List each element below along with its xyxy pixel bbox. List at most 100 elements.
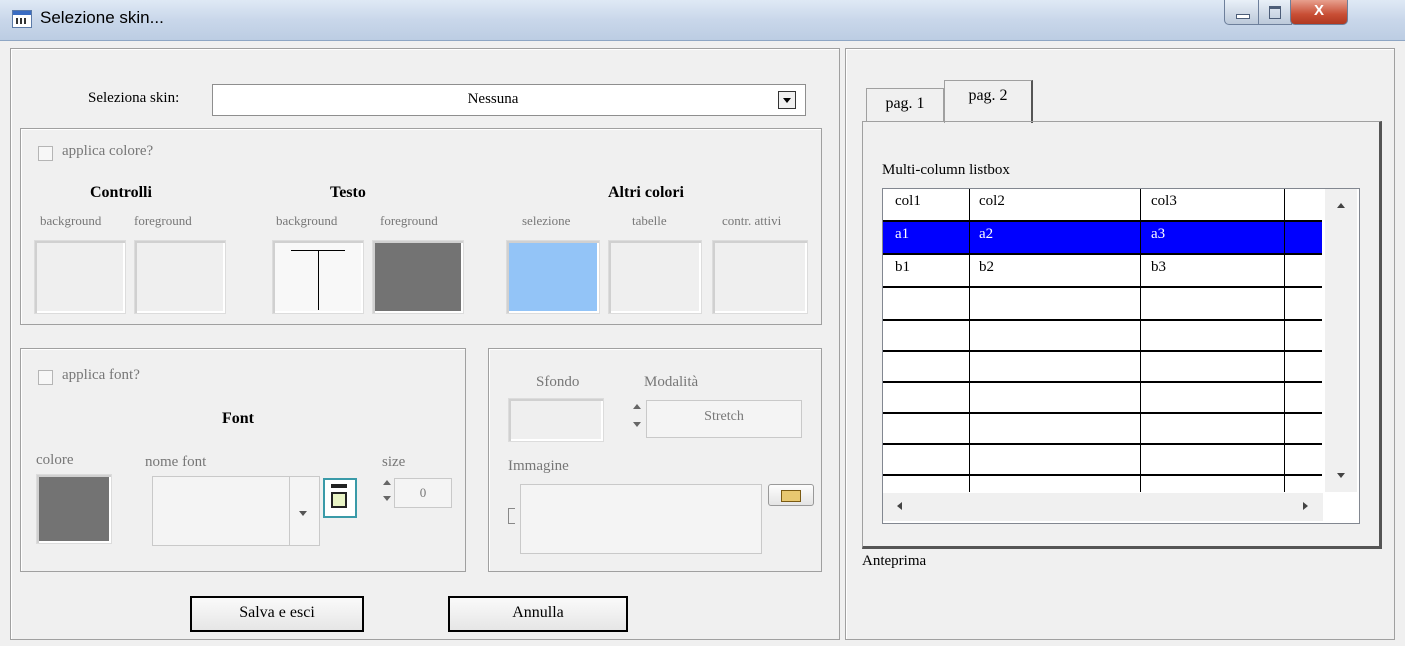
- contr-attivi-label: contr. attivi: [722, 213, 782, 228]
- immagine-label: Immagine: [508, 458, 569, 474]
- minimize-button[interactable]: [1224, 0, 1260, 25]
- multi-column-listbox[interactable]: col1 col2 col3 a1 a2 a3 b1 b2 b3: [882, 188, 1360, 524]
- table-row[interactable]: a1 a2 a3: [883, 222, 1322, 255]
- table-row[interactable]: [883, 443, 1322, 476]
- ctrl-bg-label: background: [40, 213, 102, 228]
- row2-col2: b2: [979, 259, 994, 275]
- title-bar: [0, 0, 1405, 41]
- header-col2: col2: [979, 193, 1005, 209]
- text-fg-label: foreground: [380, 213, 438, 228]
- header-col1: col1: [895, 193, 921, 209]
- selezione-label: selezione: [522, 213, 571, 228]
- sfondo-label: Sfondo: [536, 374, 580, 390]
- browse-button[interactable]: [768, 484, 814, 506]
- skin-select-value: Nessuna: [467, 91, 519, 107]
- header-col3: col3: [1151, 193, 1177, 209]
- preview-caption: Anteprima: [862, 553, 927, 569]
- maximize-icon: [1269, 6, 1281, 19]
- ctrl-bg-swatch[interactable]: [34, 240, 126, 314]
- font-select-divider: [289, 477, 290, 545]
- table-row[interactable]: [883, 288, 1322, 321]
- tab-pag-1[interactable]: pag. 1: [866, 88, 944, 121]
- apply-color-checkbox[interactable]: [38, 146, 53, 161]
- table-row[interactable]: [883, 412, 1322, 445]
- minimize-icon: [1236, 14, 1250, 19]
- tabelle-swatch[interactable]: [608, 240, 702, 314]
- tabelle-label: tabelle: [632, 213, 667, 228]
- colore-label: colore: [36, 452, 74, 468]
- modalita-field[interactable]: Stretch: [646, 400, 802, 438]
- selezione-swatch[interactable]: [506, 240, 600, 314]
- font-color-swatch[interactable]: [36, 474, 112, 544]
- table-row[interactable]: [883, 474, 1322, 492]
- size-spinner[interactable]: [382, 478, 392, 508]
- column-divider: [1140, 189, 1141, 492]
- app-icon: [12, 10, 32, 28]
- window-title: Selezione skin...: [40, 8, 164, 27]
- spin-down-icon[interactable]: [633, 422, 641, 427]
- text-bg-swatch[interactable]: [272, 240, 364, 314]
- controlli-heading: Controlli: [90, 184, 152, 201]
- chevron-down-icon[interactable]: [299, 511, 307, 516]
- save-button[interactable]: Salva e esci: [190, 596, 364, 632]
- modalita-label: Modalità: [644, 374, 699, 390]
- skin-label: Seleziona skin:: [88, 90, 180, 106]
- row1-col1: a1: [895, 226, 910, 242]
- contr-attivi-swatch[interactable]: [712, 240, 808, 314]
- font-heading: Font: [222, 410, 254, 427]
- column-divider: [969, 189, 970, 492]
- row2-col1: b1: [895, 259, 910, 275]
- column-divider: [1284, 189, 1285, 492]
- apply-color-label: applica colore?: [62, 143, 154, 159]
- maximize-button[interactable]: [1258, 0, 1292, 25]
- image-path-field[interactable]: [520, 484, 762, 554]
- scroll-right-icon[interactable]: [1303, 502, 1308, 510]
- ctrl-fg-label: foreground: [134, 213, 192, 228]
- close-icon: X: [1313, 2, 1324, 19]
- spin-up-icon[interactable]: [383, 480, 391, 485]
- chevron-down-icon[interactable]: [778, 91, 796, 109]
- table-row[interactable]: b1 b2 b3: [883, 255, 1322, 288]
- close-button[interactable]: X: [1290, 0, 1348, 25]
- table-row[interactable]: [883, 381, 1322, 414]
- row1-col3: a3: [1151, 226, 1166, 242]
- header-row[interactable]: col1 col2 col3: [883, 189, 1322, 222]
- cancel-button[interactable]: Annulla: [448, 596, 628, 632]
- testo-heading: Testo: [330, 184, 366, 201]
- font-picker-button[interactable]: [323, 478, 357, 518]
- scroll-down-icon[interactable]: [1337, 473, 1345, 478]
- table-row[interactable]: [883, 319, 1322, 352]
- altri-colori-heading: Altri colori: [608, 184, 684, 201]
- size-label: size: [382, 454, 406, 470]
- vertical-scrollbar[interactable]: [1325, 189, 1357, 492]
- nome-font-label: nome font: [145, 454, 207, 470]
- sfondo-swatch[interactable]: [508, 398, 604, 442]
- spin-down-icon[interactable]: [383, 496, 391, 501]
- text-fg-swatch[interactable]: [372, 240, 464, 314]
- ctrl-fg-swatch[interactable]: [134, 240, 226, 314]
- apply-font-checkbox[interactable]: [38, 370, 53, 385]
- listbox-label: Multi-column listbox: [882, 162, 1010, 178]
- tab-pag-2-label: pag. 2: [968, 87, 1008, 104]
- scroll-left-icon[interactable]: [897, 502, 902, 510]
- size-value: 0: [419, 485, 427, 500]
- size-input[interactable]: 0: [394, 478, 452, 508]
- listbox-grid: col1 col2 col3 a1 a2 a3 b1 b2 b3: [883, 189, 1323, 492]
- spin-up-icon[interactable]: [633, 404, 641, 409]
- font-picker-doc: [331, 492, 347, 508]
- table-row[interactable]: [883, 350, 1322, 383]
- folder-icon: [781, 490, 801, 502]
- modalita-value: Stretch: [704, 409, 744, 424]
- tab-pag-2[interactable]: pag. 2: [944, 80, 1033, 123]
- text-bg-label: background: [276, 213, 338, 228]
- skin-select[interactable]: Nessuna: [212, 84, 806, 116]
- horizontal-scrollbar[interactable]: [883, 493, 1323, 521]
- modalita-spinner[interactable]: [632, 402, 642, 434]
- scroll-up-icon[interactable]: [1337, 203, 1345, 208]
- row1-col2: a2: [979, 226, 994, 242]
- apply-font-label: applica font?: [62, 367, 140, 383]
- text-cursor-stem: [318, 250, 319, 310]
- font-name-select[interactable]: [152, 476, 320, 546]
- font-picker-icon: [331, 484, 347, 488]
- row2-col3: b3: [1151, 259, 1166, 275]
